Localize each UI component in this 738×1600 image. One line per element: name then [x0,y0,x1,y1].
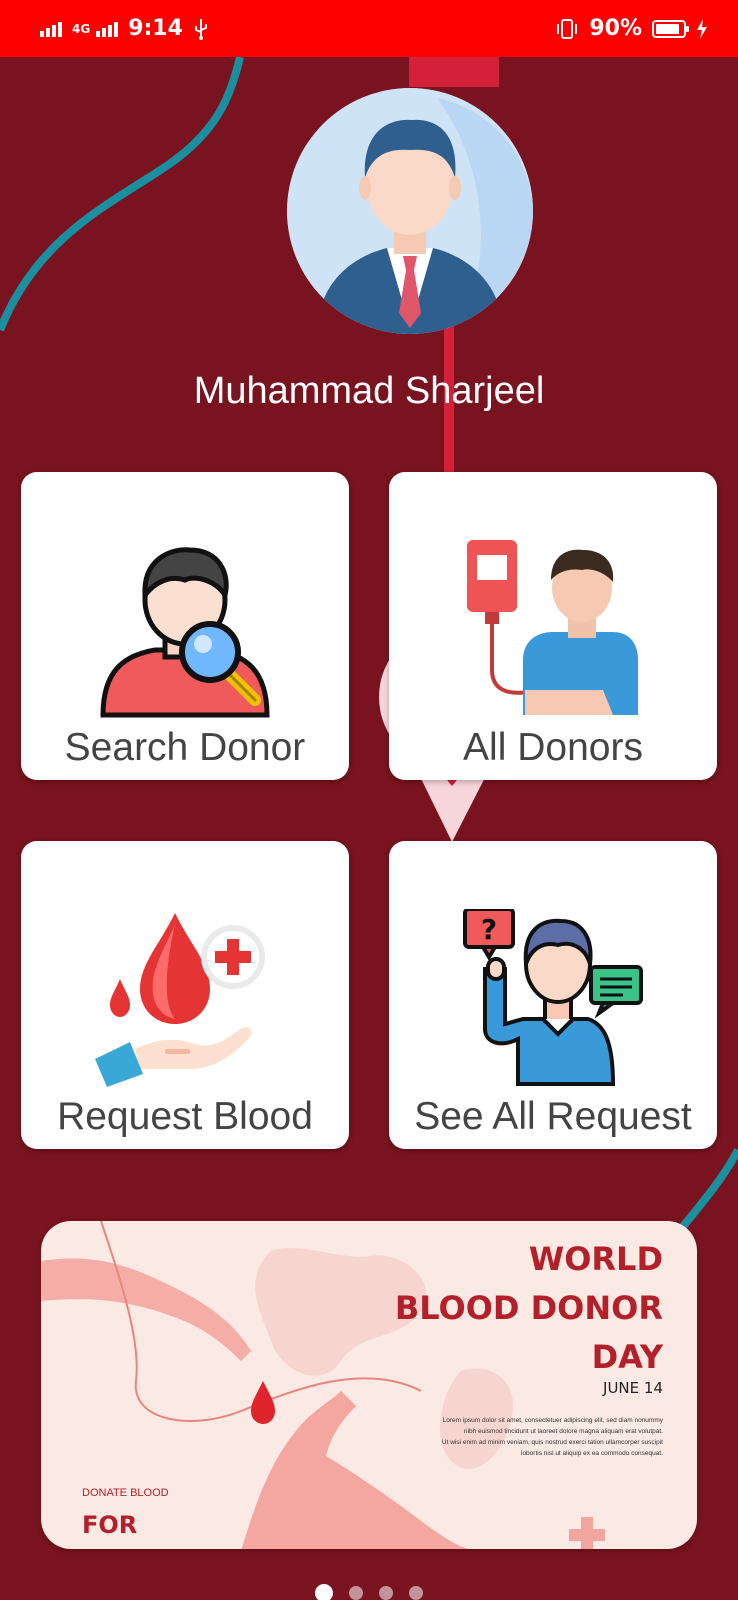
battery-percent: 90% [589,16,642,41]
battery-icon [652,19,689,38]
search-donor-label: Search Donor [64,726,306,769]
banner-body-line-4: lobortis nisl ut aliquip ex ea commodo c… [521,1450,663,1457]
see-all-request-card[interactable]: ? See All Request [389,841,717,1149]
banner-title-line-2: BLOOD DONOR [394,1289,663,1327]
banner-body-line-3: Ut wisi enim ad minim veniam, quis nostr… [441,1439,663,1446]
banner-date: JUNE 14 [603,1379,663,1397]
profile-name: Muhammad Sharjeel [193,370,545,412]
banner-body-line-2: nibh euismod tincidunt ut laoreet dolore… [463,1428,663,1435]
pager-dot-1[interactable] [315,1584,333,1600]
all-donors-label: All Donors [463,726,643,769]
signal-icon [40,21,62,37]
banner-body-line-1: Lorem ipsum dolor sit amet, consectetuer… [442,1417,663,1424]
banner-pager [0,1584,738,1600]
blood-transfusion-icon [467,540,638,715]
banner-tagline: FOR [82,1511,138,1539]
status-bar: 4G 9:14 90% [0,0,738,57]
see-all-request-label: See All Request [414,1095,692,1138]
signal-icon-2 [96,21,119,37]
status-right: 90% [555,16,708,41]
vibrate-icon [557,18,578,39]
request-blood-label: Request Blood [57,1095,313,1138]
pager-dot-2[interactable] [349,1586,363,1600]
all-donors-card[interactable]: All Donors [389,472,717,780]
banner-title-line-1: WORLD [528,1240,663,1278]
search-donor-card[interactable]: Search Donor [21,472,349,780]
profile-avatar[interactable] [287,88,533,334]
clock: 9:14 [128,16,183,41]
banner-title: WORLD BLOOD DONOR DAY [395,1235,663,1382]
pager-dot-3[interactable] [379,1586,393,1600]
blood-drop-hand-icon [95,913,265,1087]
banner-body-text: Lorem ipsum dolor sit amet, consectetuer… [413,1415,663,1459]
banner-title-line-3: DAY [591,1338,663,1376]
network-type: 4G [72,21,91,36]
search-donor-icon [100,547,270,718]
businessman-avatar-icon [287,88,533,334]
usb-icon [194,18,207,40]
blood-donor-day-banner[interactable]: WORLD BLOOD DONOR DAY JUNE 14 Lorem ipsu… [41,1221,697,1549]
banner-donate-text: DONATE BLOOD [82,1487,169,1499]
charging-icon [697,18,707,39]
battery-fill [656,23,680,34]
home-screen: 4G 9:14 90% Muhammad Sharjeel Search Don… [0,0,738,1600]
svg-text:?: ? [481,913,497,946]
question-person-icon: ? [463,909,643,1086]
status-left: 4G 9:14 [40,16,209,41]
pager-dot-4[interactable] [409,1586,423,1600]
request-blood-card[interactable]: Request Blood [21,841,349,1149]
